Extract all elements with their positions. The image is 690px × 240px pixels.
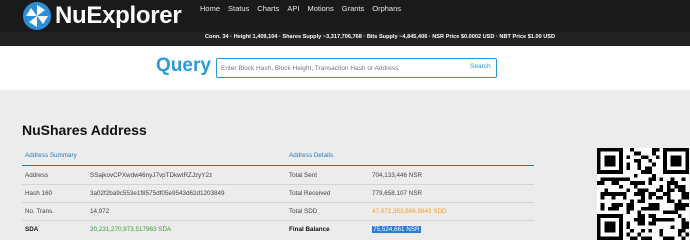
table-row: Hash 160 3a02f2ba9c553e1f8575df05e9543d6…: [22, 185, 534, 203]
nav-home[interactable]: Home: [200, 4, 220, 14]
num-transactions-value: 14,972: [90, 208, 110, 215]
network-stats-bar: Conn. 34 · Height 1,409,104 · Shares Sup…: [0, 32, 690, 46]
brand-logo[interactable]: NuExplorer: [23, 2, 193, 30]
row-label: Final Balance: [289, 226, 330, 233]
hash160-value: 3a02f2ba9c553e1f8575df05e9543d62d1203849: [90, 190, 225, 197]
address-value: SSajkovCPXwdw46nyJ7vpTDkwtRZJzyY2z: [90, 172, 213, 179]
query-label: Query: [156, 55, 211, 76]
table-row: Address SSajkovCPXwdw46nyJ7vpTDkwtRZJzyY…: [22, 167, 534, 185]
search-button[interactable]: Search: [470, 63, 491, 70]
row-label: Total SDD: [289, 208, 318, 215]
row-label: Total Received: [289, 190, 331, 197]
address-summary-header: Address Summary: [25, 152, 77, 159]
nav-charts[interactable]: Charts: [257, 4, 279, 14]
brand-name: NuExplorer: [55, 2, 182, 29]
nav-motions[interactable]: Motions: [307, 4, 333, 14]
total-received-value: 779,658,107 NSR: [372, 190, 423, 197]
nu-logo-icon: [23, 2, 51, 30]
nav-api[interactable]: API: [287, 4, 299, 14]
table-header-divider: [22, 165, 534, 166]
address-details-header: Address Details: [289, 152, 334, 159]
search-input[interactable]: [221, 63, 461, 74]
table-row: SDA 20,231,270,973.517963 SDA Final Bala…: [22, 221, 534, 239]
total-sdd-value: 47,872,353,866.8843 SDD: [372, 208, 447, 215]
page-title: NuShares Address: [22, 122, 147, 138]
nav-status[interactable]: Status: [228, 4, 249, 14]
nav-grants[interactable]: Grants: [342, 4, 365, 14]
table-row: No. Trans. 14,972 Total SDD 47,872,353,8…: [22, 203, 534, 221]
total-sent-value: 704,133,446 NSR: [372, 172, 423, 179]
search-form: Search: [216, 58, 497, 78]
main-nav: Home Status Charts API Motions Grants Or…: [200, 4, 409, 14]
row-label: SDA: [25, 226, 39, 233]
final-balance-value[interactable]: 75,524,661 NSR: [372, 226, 421, 233]
sda-value: 20,231,270,973.517963 SDA: [90, 226, 172, 233]
network-stats-text: Conn. 34 · Height 1,409,104 · Shares Sup…: [205, 34, 556, 40]
nav-orphans[interactable]: Orphans: [372, 4, 401, 14]
top-navbar: NuExplorer Home Status Charts API Motion…: [0, 0, 690, 32]
row-label: No. Trans.: [25, 208, 55, 215]
qr-code-icon: [597, 148, 689, 240]
row-label: Hash 160: [25, 190, 52, 197]
row-label: Total Sent: [289, 172, 318, 179]
row-label: Address: [25, 172, 49, 179]
